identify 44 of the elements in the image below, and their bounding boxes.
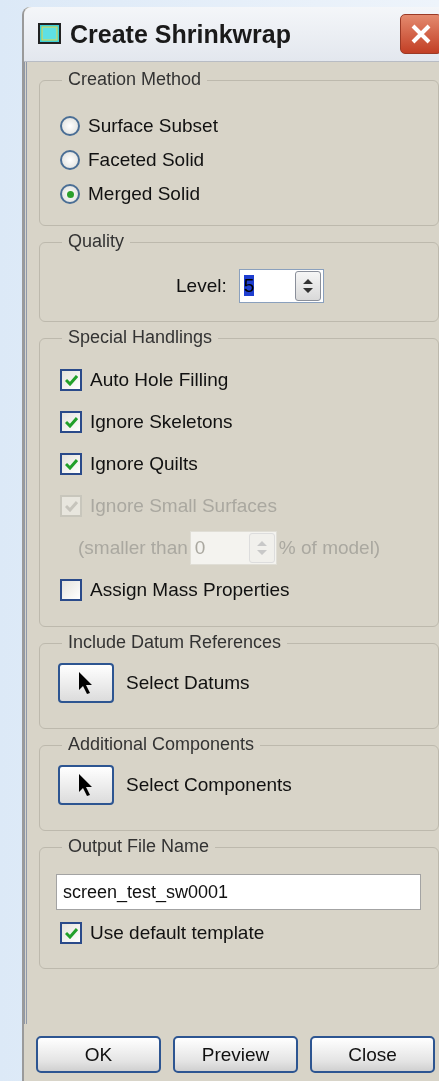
dialog-button[interactable]: Close bbox=[310, 1036, 435, 1073]
radio-label: Merged Solid bbox=[88, 183, 200, 205]
checkbox-label: Use default template bbox=[90, 922, 265, 944]
close-icon bbox=[410, 23, 432, 45]
checkmark-icon bbox=[64, 500, 78, 512]
radio-button[interactable] bbox=[60, 184, 80, 204]
group-title: Output File Name bbox=[62, 836, 216, 857]
checkbox-label: Ignore Quilts bbox=[90, 453, 198, 475]
up-down-arrows-icon bbox=[301, 276, 314, 296]
dialog-button[interactable]: OK bbox=[36, 1036, 161, 1073]
group-title: Special Handlings bbox=[62, 327, 219, 348]
checkmark-icon bbox=[64, 458, 78, 470]
checkbox[interactable] bbox=[60, 411, 82, 433]
level-label: Level: bbox=[176, 275, 227, 297]
select-datums-button[interactable] bbox=[58, 663, 114, 703]
up-down-arrows-icon bbox=[255, 538, 268, 558]
threshold-value: 0 bbox=[194, 537, 207, 559]
window-icon bbox=[38, 23, 62, 45]
cursor-arrow-icon bbox=[78, 773, 94, 797]
checkbox[interactable] bbox=[60, 579, 82, 601]
radio-button[interactable] bbox=[60, 116, 80, 136]
checkbox[interactable] bbox=[60, 369, 82, 391]
select-datums-label: Select Datums bbox=[126, 672, 250, 694]
radio-label: Faceted Solid bbox=[88, 149, 205, 171]
window-title: Create Shrinkwrap bbox=[70, 19, 292, 49]
file-name-field[interactable]: screen_test_sw0001 bbox=[56, 874, 421, 910]
close-button[interactable] bbox=[400, 14, 439, 54]
checkbox-label: Assign Mass Properties bbox=[90, 579, 290, 601]
checkmark-icon bbox=[64, 927, 78, 939]
cursor-arrow-icon bbox=[78, 671, 94, 695]
level-value: 5 bbox=[243, 275, 256, 297]
select-components-button[interactable] bbox=[58, 765, 114, 805]
radio-label: Surface Subset bbox=[88, 115, 218, 137]
checkmark-icon bbox=[64, 416, 78, 428]
checkbox[interactable] bbox=[60, 453, 82, 475]
checkmark-icon bbox=[64, 374, 78, 386]
checkbox-label: Auto Hole Filling bbox=[90, 369, 229, 391]
checkbox[interactable] bbox=[60, 922, 82, 944]
group-title: Quality bbox=[62, 231, 131, 252]
group-title: Additional Components bbox=[62, 734, 261, 755]
radio-button[interactable] bbox=[60, 150, 80, 170]
checkbox-label: Ignore Skeletons bbox=[90, 411, 233, 433]
dialog-button[interactable]: Preview bbox=[173, 1036, 298, 1073]
select-components-label: Select Components bbox=[126, 774, 292, 796]
